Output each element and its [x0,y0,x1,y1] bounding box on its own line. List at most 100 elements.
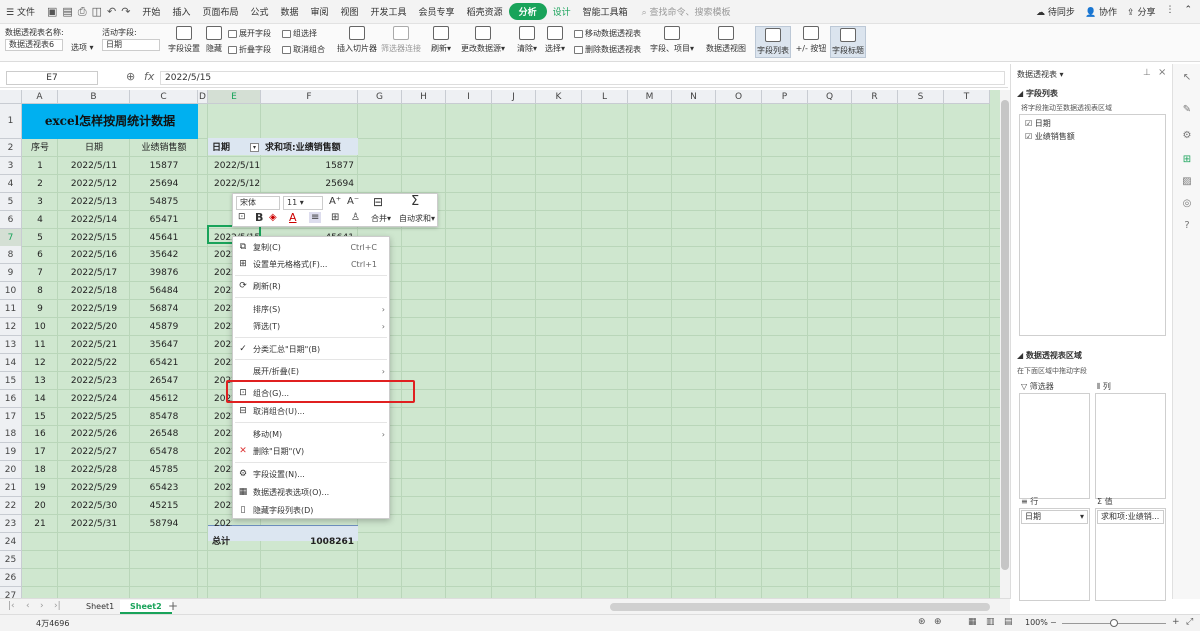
column-header-I[interactable]: I [446,90,492,104]
row-header-21[interactable]: 21 [0,479,22,498]
fields-items-button[interactable]: 字段、项目▾ [650,26,694,54]
change-source-button[interactable]: 更改数据源▾ [458,26,508,54]
cell-date[interactable]: 2022/5/28 [58,461,130,479]
fx-icon[interactable]: fx [144,70,154,83]
cell-seq[interactable]: 18 [22,461,58,479]
panel-close-icon[interactable]: × [1158,67,1166,78]
pivot-row-sum[interactable]: 15877 [261,157,358,175]
cell-sales[interactable]: 35647 [130,336,198,354]
context-menu-item-11[interactable]: ⚙ 字段设置(N)... [233,466,389,484]
column-header-P[interactable]: P [762,90,808,104]
sheet-tab-1[interactable]: Sheet1 [76,600,124,614]
hide-button[interactable]: 隐藏 [204,26,224,54]
tab-formulas[interactable]: 公式 [244,5,274,18]
column-header-N[interactable]: N [672,90,716,104]
column-header-B[interactable]: B [58,90,130,104]
cell-date[interactable]: 2022/5/30 [58,497,130,515]
cell-date[interactable]: 2022/5/15 [58,229,130,247]
cell-sales[interactable]: 56874 [130,300,198,318]
pivot-total-label[interactable]: 总计 [208,533,258,551]
zoom-icon[interactable]: ⊕ [126,70,135,83]
header-cell[interactable]: 业绩销售额 [130,139,198,157]
cell-seq[interactable]: 8 [22,282,58,300]
autosum-button[interactable]: 自动求和▾ [399,213,435,224]
context-menu-item-6[interactable]: 展开/折叠(E) › [233,363,389,381]
row-header-11[interactable]: 11 [0,300,22,319]
pivot-row-date-partial[interactable]: 2022 [210,443,232,461]
row-header-6[interactable]: 6 [0,210,22,229]
field-item-date[interactable]: ☑ 日期 [1025,118,1051,129]
column-header-J[interactable]: J [492,90,536,104]
clear-format-icon[interactable]: ⊡ [238,212,246,222]
context-menu-item-2[interactable]: ⟳ 刷新(R) [233,278,389,296]
field-item-sales[interactable]: ☑ 业绩销售额 [1025,131,1075,142]
cell-seq[interactable]: 16 [22,425,58,443]
pivot-total-value[interactable]: 1008261 [261,533,358,551]
row-header-4[interactable]: 4 [0,174,22,193]
row-header-20[interactable]: 20 [0,461,22,480]
pivot-row-date-partial[interactable]: 2022 [210,282,232,300]
pivot-row-date-partial[interactable]: 2022 [210,425,232,443]
column-header-T[interactable]: T [944,90,990,104]
cell-seq[interactable]: 10 [22,318,58,336]
name-box[interactable]: E7 [6,71,98,85]
side-select-icon[interactable]: ↖ [1181,72,1193,84]
cell-seq[interactable]: 12 [22,354,58,372]
cell-sales[interactable]: 35642 [130,246,198,264]
field-headers-button[interactable]: 字段标题 [830,26,866,58]
row-header-25[interactable]: 25 [0,550,22,569]
cell-seq[interactable]: 9 [22,300,58,318]
context-menu-item-8[interactable]: ⊟ 取消组合(U)... [233,403,389,421]
pivot-row-date-partial[interactable]: 2022 [210,461,232,479]
row-header-16[interactable]: 16 [0,389,22,408]
header-cell[interactable]: 日期 [58,139,130,157]
cell-sales[interactable]: 85478 [130,408,198,426]
column-header-E[interactable]: E [208,90,261,104]
cell-date[interactable]: 2022/5/14 [58,211,130,229]
cell-seq[interactable]: 2 [22,175,58,193]
fullscreen-icon[interactable]: ⤢ [1186,617,1193,627]
row-header-9[interactable]: 9 [0,264,22,283]
zoom-out-icon[interactable]: − [1050,618,1057,627]
context-menu-item-1[interactable]: ⊞ 设置单元格格式(F)... Ctrl+1 [233,256,389,274]
cell-seq[interactable]: 20 [22,497,58,515]
language-icon[interactable]: ⊕ [934,617,942,627]
increase-font-icon[interactable]: A⁺ [329,196,341,207]
clear-button[interactable]: 清除▾ [516,26,538,54]
cell-date[interactable]: 2022/5/19 [58,300,130,318]
cell-sales[interactable]: 65423 [130,479,198,497]
decrease-font-icon[interactable]: A⁻ [347,196,359,207]
pivot-row-date-partial[interactable]: 2022 [210,336,232,354]
row-header-26[interactable]: 26 [0,568,22,587]
column-header-H[interactable]: H [402,90,446,104]
cell-date[interactable]: 2022/5/26 [58,425,130,443]
cell-sales[interactable]: 65478 [130,443,198,461]
collapse-ribbon-icon[interactable]: ⌃ [1184,5,1192,18]
cell-date[interactable]: 2022/5/17 [58,264,130,282]
cell-date[interactable]: 2022/5/20 [58,318,130,336]
tab-developer[interactable]: 开发工具 [365,5,413,18]
column-drop-area[interactable] [1095,393,1166,499]
cell-date[interactable]: 2022/5/31 [58,515,130,533]
preview-icon[interactable]: ◫ [92,5,102,19]
row-header-3[interactable]: 3 [0,156,22,175]
cell-seq[interactable]: 13 [22,372,58,390]
font-size-select[interactable]: 11 ▾ [283,196,323,210]
fill-color-icon[interactable]: ◈ [269,212,277,223]
select-button[interactable]: 选择▾ [544,26,566,54]
cell-sales[interactable]: 45215 [130,497,198,515]
insert-slicer-button[interactable]: 插入切片器 [336,26,378,54]
ungroup-button[interactable]: 取消组合 [282,44,325,55]
column-header-R[interactable]: R [852,90,898,104]
cell-date[interactable]: 2022/5/23 [58,372,130,390]
cell-date[interactable]: 2022/5/25 [58,408,130,426]
tab-design[interactable]: 设计 [547,5,577,18]
row-header-2[interactable]: 2 [0,139,22,157]
cell-sales[interactable]: 25694 [130,175,198,193]
filter-drop-area[interactable] [1019,393,1090,499]
row-header-8[interactable]: 8 [0,246,22,265]
sheet-nav-next-icon[interactable]: › [40,601,44,611]
context-menu-item-13[interactable]: ▯ 隐藏字段列表(D) [233,502,389,520]
cell-seq[interactable]: 14 [22,390,58,408]
sheet-title-cell[interactable]: excel怎样按周统计数据 [22,104,198,139]
